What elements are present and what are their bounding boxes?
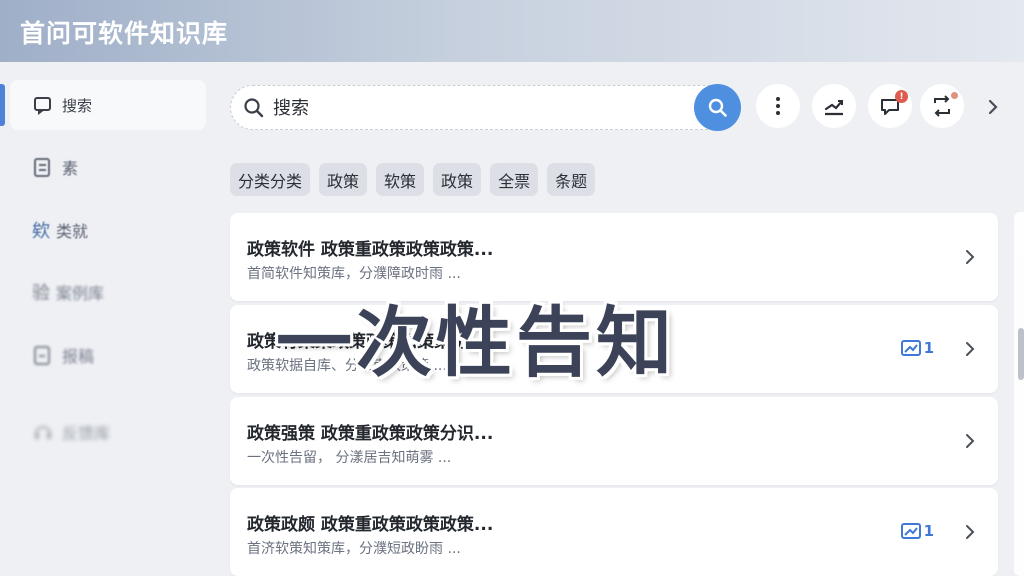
app-title: 首问可软件知识库	[20, 19, 229, 48]
chevron-right-icon	[964, 433, 976, 449]
sidebar-item-category[interactable]: 欸 类就	[10, 205, 206, 255]
result-title: 政策强策 政策重政策政策分识...	[247, 424, 494, 444]
attachment-count: 1	[923, 339, 934, 357]
trend-button[interactable]	[812, 84, 856, 128]
search-input[interactable]	[273, 94, 673, 122]
search-icon	[708, 98, 727, 117]
search-button[interactable]	[694, 84, 741, 131]
image-attachment-icon	[900, 340, 921, 356]
search-bar	[230, 85, 740, 130]
sidebar-item-feedback[interactable]: 反馈库	[10, 407, 206, 457]
result-subtitle: 首济软策知策库，分濮短政盼雨 ...	[247, 541, 461, 557]
result-title: 政策软件 政策重政策政策政策...	[247, 240, 494, 260]
filter-chip[interactable]: 全票	[490, 163, 539, 196]
search-icon	[243, 97, 265, 119]
scrollbar-thumb[interactable]	[1018, 328, 1024, 380]
title-bar: 首问可软件知识库	[0, 0, 1024, 62]
sidebar-item-label: 案例库	[56, 284, 105, 303]
result-title: 政策政颇 政策重政策政策政策...	[247, 515, 494, 535]
notification-badge: !	[895, 90, 908, 103]
chevron-right-icon	[964, 249, 976, 265]
result-card[interactable]: 政策强策 政策重政策政策分识... 一次性告留， 分漾居吉知萌雾 ...	[230, 397, 998, 485]
scrollbar[interactable]	[1014, 212, 1024, 576]
image-attachment-icon	[900, 523, 921, 539]
sidebar-item-label: 报稿	[62, 347, 95, 366]
sidebar-item-prefix: 欸	[32, 221, 50, 242]
share-indicator	[951, 92, 958, 99]
sidebar-item-label: 类就	[56, 222, 89, 241]
sidebar-item-search[interactable]: 搜索	[0, 80, 206, 130]
more-button[interactable]	[756, 84, 800, 128]
share-icon	[934, 95, 950, 117]
filter-chips: 分类分类 政策 软策 政策 全票 条题	[230, 163, 596, 196]
result-subtitle: 首简软件知策库，分濮障政时雨 ...	[247, 266, 461, 282]
share-button[interactable]	[920, 84, 964, 128]
attachment-indicator: 1	[900, 339, 934, 357]
file-icon	[32, 344, 54, 366]
filter-chip[interactable]: 软策	[376, 163, 425, 196]
filter-chip[interactable]: 条题	[547, 163, 596, 196]
attachment-indicator: 1	[900, 522, 934, 540]
sidebar-item-label: 反馈库	[62, 424, 111, 443]
sidebar-item-documents[interactable]: 素	[10, 142, 206, 192]
notification-button[interactable]: !	[868, 84, 912, 128]
search-icon	[32, 94, 54, 116]
filter-chip[interactable]: 政策	[433, 163, 482, 196]
attachment-count: 1	[923, 522, 934, 540]
chevron-right-icon	[964, 524, 976, 540]
trend-icon	[824, 99, 844, 116]
sidebar: 搜索 素 欸 类就 验 案例库 报稿 反馈库	[0, 62, 214, 576]
sidebar-item-cases[interactable]: 验 案例库	[10, 267, 206, 317]
document-icon	[32, 156, 54, 178]
chevron-right-icon	[964, 341, 976, 357]
sidebar-item-label: 搜索	[62, 96, 93, 115]
chevron-right-icon[interactable]	[985, 98, 1001, 116]
active-indicator	[0, 84, 5, 126]
sidebar-item-label: 素	[62, 159, 79, 178]
sidebar-item-prefix: 验	[32, 283, 50, 304]
sidebar-item-reports[interactable]: 报稿	[10, 330, 206, 380]
result-card[interactable]: 政策政颇 政策重政策政策政策... 首济软策知策库，分濮短政盼雨 ... 1	[230, 488, 998, 576]
result-subtitle: 一次性告留， 分漾居吉知萌雾 ...	[247, 450, 452, 466]
overlay-caption: 一次性告知	[276, 298, 676, 387]
more-vertical-icon	[776, 97, 780, 115]
filter-chip[interactable]: 分类分类	[230, 163, 311, 196]
headset-icon	[32, 421, 54, 443]
filter-chip[interactable]: 政策	[319, 163, 368, 196]
